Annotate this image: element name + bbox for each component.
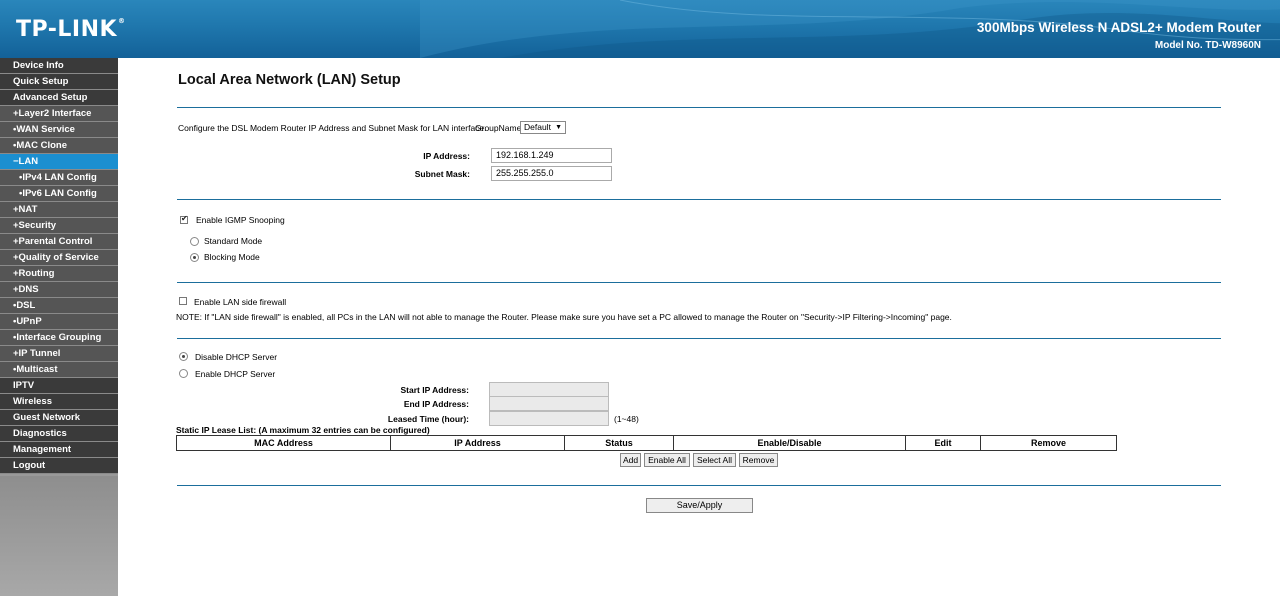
- page-title: Local Area Network (LAN) Setup: [178, 72, 401, 88]
- blocking-mode-label: Blocking Mode: [204, 252, 260, 262]
- sidebar-item-ipv4-lan-config[interactable]: •IPv4 LAN Config: [0, 170, 118, 186]
- sidebar-item-security[interactable]: +Security: [0, 218, 118, 234]
- sidebar-item-quality-of-service[interactable]: +Quality of Service: [0, 250, 118, 266]
- sidebar-item-dns[interactable]: +DNS: [0, 282, 118, 298]
- sidebar-item-management[interactable]: Management: [0, 442, 118, 458]
- remove-button[interactable]: Remove: [739, 453, 778, 467]
- add-button[interactable]: Add: [620, 453, 641, 467]
- sidebar-item-guest-network[interactable]: Guest Network: [0, 410, 118, 426]
- ip-address-label: IP Address:: [423, 151, 470, 161]
- standard-mode-label: Standard Mode: [204, 236, 263, 246]
- start-ip-label: Start IP Address:: [400, 385, 470, 395]
- sidebar-item-layer2-interface[interactable]: +Layer2 Interface: [0, 106, 118, 122]
- end-ip-input[interactable]: [489, 396, 609, 411]
- standard-mode-radio[interactable]: [190, 237, 199, 246]
- sidebar-item-quick-setup[interactable]: Quick Setup: [0, 74, 118, 90]
- disable-dhcp-label: Disable DHCP Server: [195, 352, 278, 362]
- column-header: IP Address: [390, 435, 565, 451]
- enable-dhcp-radio[interactable]: [179, 369, 188, 378]
- column-header: MAC Address: [176, 435, 391, 451]
- enable-all-button[interactable]: Enable All: [644, 453, 690, 467]
- sidebar-item-iptv[interactable]: IPTV: [0, 378, 118, 394]
- sidebar-item-wireless[interactable]: Wireless: [0, 394, 118, 410]
- divider: [177, 282, 1221, 283]
- column-header: Status: [564, 435, 674, 451]
- sidebar-item-advanced-setup[interactable]: Advanced Setup: [0, 90, 118, 106]
- column-header: Edit: [905, 435, 981, 451]
- model-number: Model No. TD-W8960N: [1154, 40, 1261, 51]
- igmp-snooping-label: Enable IGMP Snooping: [196, 215, 285, 225]
- sidebar-filler: [0, 476, 118, 596]
- lan-firewall-checkbox[interactable]: [179, 297, 187, 305]
- select-all-button[interactable]: Select All: [693, 453, 736, 467]
- sidebar-item-ipv6-lan-config[interactable]: •IPv6 LAN Config: [0, 186, 118, 202]
- divider: [177, 199, 1221, 200]
- column-header: Remove: [980, 435, 1117, 451]
- firewall-note: NOTE: If "LAN side firewall" is enabled,…: [176, 312, 952, 322]
- sidebar-item-dsl[interactable]: •DSL: [0, 298, 118, 314]
- subnet-mask-label: Subnet Mask:: [414, 169, 470, 179]
- sidebar-item-ip-tunnel[interactable]: +IP Tunnel: [0, 346, 118, 362]
- sidebar-item-parental-control[interactable]: +Parental Control: [0, 234, 118, 250]
- sidebar-item-upnp[interactable]: •UPnP: [0, 314, 118, 330]
- sidebar-item-lan[interactable]: −LAN: [0, 154, 118, 170]
- subnet-mask-input[interactable]: 255.255.255.0: [491, 166, 612, 181]
- sidebar-item-diagnostics[interactable]: Diagnostics: [0, 426, 118, 442]
- sidebar-item-routing[interactable]: +Routing: [0, 266, 118, 282]
- sidebar-item-device-info[interactable]: Device Info: [0, 58, 118, 74]
- enable-dhcp-label: Enable DHCP Server: [195, 369, 276, 379]
- igmp-snooping-checkbox[interactable]: [180, 214, 188, 224]
- sidebar-item-logout[interactable]: Logout: [0, 458, 118, 474]
- static-lease-list-label: Static IP Lease List: (A maximum 32 entr…: [176, 425, 430, 435]
- blocking-mode-radio[interactable]: [190, 253, 199, 262]
- tp-link-logo: TP-LINK®: [16, 17, 126, 42]
- sidebar-item-mac-clone[interactable]: •MAC Clone: [0, 138, 118, 154]
- sidebar-item-nat[interactable]: +NAT: [0, 202, 118, 218]
- chevron-down-icon: ▼: [555, 124, 562, 131]
- sidebar-item-multicast[interactable]: •Multicast: [0, 362, 118, 378]
- divider: [177, 107, 1221, 108]
- sidebar-nav: Device Info Quick Setup Advanced Setup +…: [0, 58, 118, 596]
- disable-dhcp-radio[interactable]: [179, 352, 188, 361]
- end-ip-label: End IP Address:: [403, 399, 469, 409]
- main-content: Local Area Network (LAN) Setup Configure…: [118, 58, 1280, 596]
- group-name-select[interactable]: Default ▼: [520, 121, 566, 134]
- lan-firewall-label: Enable LAN side firewall: [194, 297, 287, 307]
- divider: [177, 338, 1221, 339]
- leased-time-input[interactable]: [489, 411, 609, 426]
- table-header-row: MAC Address IP Address Status Enable/Dis…: [176, 435, 1117, 451]
- intro-text: Configure the DSL Modem Router IP Addres…: [178, 123, 487, 133]
- static-lease-table: MAC Address IP Address Status Enable/Dis…: [176, 435, 1117, 451]
- leased-time-label: Leased Time (hour):: [387, 414, 469, 424]
- column-header: Enable/Disable: [673, 435, 906, 451]
- divider: [177, 485, 1221, 486]
- header-banner: TP-LINK® 300Mbps Wireless N ADSL2+ Modem…: [0, 0, 1280, 58]
- product-name: 300Mbps Wireless N ADSL2+ Modem Router: [976, 20, 1261, 35]
- save-apply-button[interactable]: Save/Apply: [646, 498, 753, 513]
- ip-address-input[interactable]: 192.168.1.249: [491, 148, 612, 163]
- group-name-label: GroupName: [475, 123, 522, 133]
- start-ip-input[interactable]: [489, 382, 609, 397]
- sidebar-item-interface-grouping[interactable]: •Interface Grouping: [0, 330, 118, 346]
- sidebar-item-wan-service[interactable]: •WAN Service: [0, 122, 118, 138]
- leased-time-hint: (1~48): [614, 414, 639, 424]
